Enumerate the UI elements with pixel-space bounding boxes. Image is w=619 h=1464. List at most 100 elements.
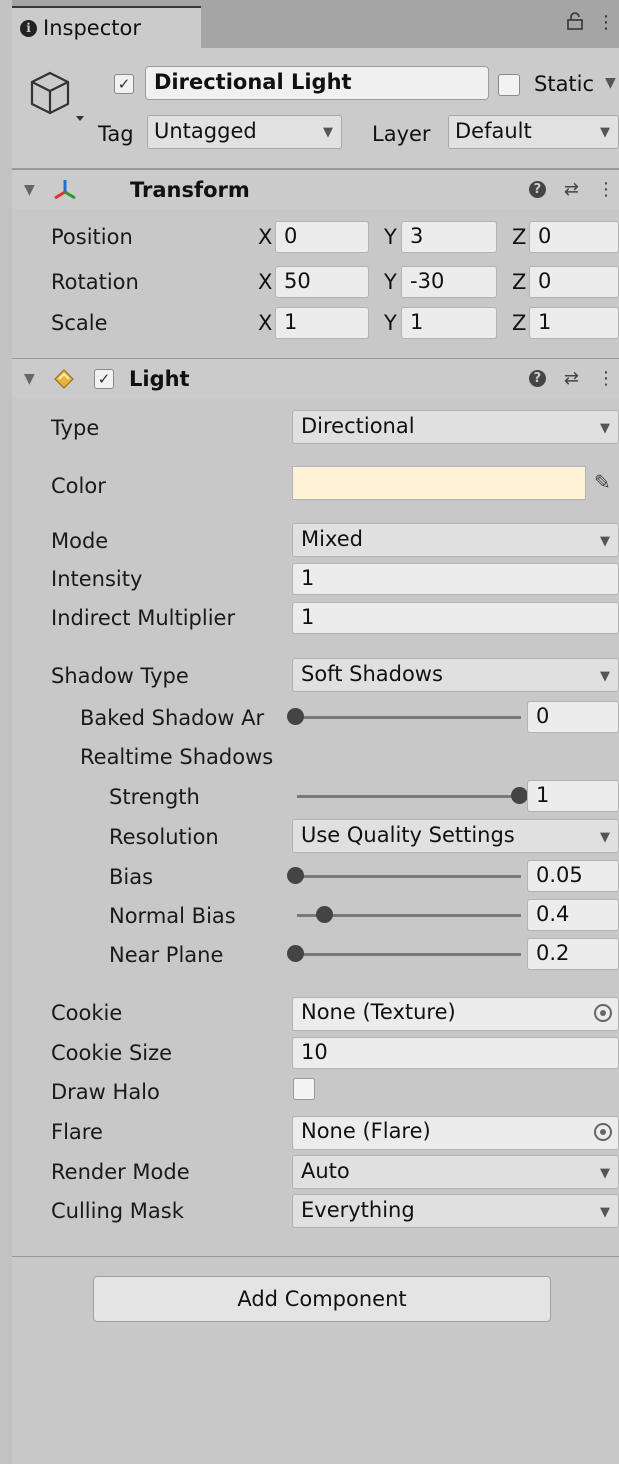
slider-knob[interactable] (287, 708, 304, 725)
context-menu-icon[interactable]: ⋮ (597, 179, 615, 200)
active-checkbox[interactable]: ✓ (114, 74, 134, 94)
object-picker-icon[interactable] (594, 1004, 612, 1022)
axis-x-label[interactable]: X (258, 270, 272, 294)
draw-halo-checkbox[interactable] (293, 1078, 315, 1100)
draw-halo-label: Draw Halo (51, 1080, 160, 1104)
rotation-y-field[interactable]: -30 (401, 266, 497, 298)
transform-header[interactable]: ▼ Transform ? ⇄ ⋮ (12, 169, 619, 209)
near-plane-label: Near Plane (109, 943, 224, 967)
baked-shadow-angle-label: Baked Shadow Ar (80, 706, 265, 730)
intensity-field[interactable]: 1 (292, 563, 619, 595)
tab-menu-icon[interactable]: ⋮ (597, 12, 615, 35)
strength-slider[interactable] (297, 795, 521, 798)
eyedropper-icon[interactable]: ✎ (594, 470, 611, 494)
axis-x-label[interactable]: X (258, 311, 272, 335)
near-plane-slider[interactable] (297, 953, 521, 956)
near-plane-field[interactable]: 0.2 (527, 938, 619, 970)
indirect-multiplier-field[interactable]: 1 (292, 602, 619, 634)
slider-knob[interactable] (316, 906, 334, 923)
culling-mask-dropdown[interactable]: Everything ▼ (292, 1194, 619, 1228)
normal-bias-field[interactable]: 0.4 (527, 899, 619, 931)
baked-shadow-angle-slider[interactable] (297, 716, 521, 719)
type-value: Directional (301, 414, 415, 438)
light-header-icons: ? ⇄ ⋮ (528, 368, 615, 389)
transform-body: Position X 0 Y 3 Z 0 Rotation X 50 Y -30… (12, 209, 619, 356)
shadow-type-dropdown[interactable]: Soft Shadows ▼ (292, 658, 619, 692)
static-dropdown-arrow-icon[interactable]: ▼ (605, 75, 616, 91)
chevron-down-icon: ▼ (323, 125, 333, 140)
position-x-field[interactable]: 0 (275, 221, 369, 253)
foldout-arrow-icon[interactable]: ▼ (24, 371, 35, 387)
slider-knob[interactable] (511, 787, 528, 804)
light-header[interactable]: ▼ ✓ Light ? ⇄ ⋮ (12, 358, 619, 398)
render-mode-dropdown[interactable]: Auto ▼ (292, 1155, 619, 1189)
gameobject-cube-icon (30, 71, 84, 121)
layer-dropdown[interactable]: Default ▼ (448, 115, 619, 149)
axis-x-label[interactable]: X (258, 225, 272, 249)
axis-y-label[interactable]: Y (384, 311, 397, 335)
cookie-label: Cookie (51, 1001, 123, 1025)
strength-field[interactable]: 1 (527, 780, 619, 812)
static-checkbox[interactable] (498, 74, 520, 96)
presets-icon[interactable]: ⇄ (564, 179, 579, 200)
context-menu-icon[interactable]: ⋮ (597, 368, 615, 389)
intensity-label: Intensity (51, 567, 143, 591)
axis-z-label[interactable]: Z (512, 270, 526, 294)
type-dropdown[interactable]: Directional ▼ (292, 410, 619, 444)
scale-y-field[interactable]: 1 (401, 307, 497, 339)
axis-y-label[interactable]: Y (384, 270, 397, 294)
object-picker-icon[interactable] (594, 1123, 612, 1141)
component-divider (12, 1256, 619, 1257)
slider-knob[interactable] (287, 945, 304, 962)
resolution-label: Resolution (109, 825, 219, 849)
tab-label: Inspector (43, 16, 141, 40)
mode-label: Mode (51, 529, 109, 553)
rotation-z-field[interactable]: 0 (529, 266, 619, 298)
help-icon[interactable]: ? (528, 370, 546, 387)
chevron-down-icon: ▼ (600, 830, 610, 845)
render-mode-value: Auto (301, 1159, 350, 1183)
cookie-object-field[interactable]: None (Texture) (292, 997, 619, 1031)
layer-value: Default (455, 119, 532, 143)
type-label: Type (51, 416, 100, 440)
presets-icon[interactable]: ⇄ (564, 368, 579, 389)
axis-y-label[interactable]: Y (384, 225, 397, 249)
object-header: ✓ Directional Light Static ▼ Tag Untagge… (12, 48, 619, 169)
tag-dropdown[interactable]: Untagged ▼ (147, 115, 342, 149)
chevron-down-icon: ▼ (600, 1205, 610, 1220)
foldout-arrow-icon[interactable]: ▼ (24, 182, 35, 198)
scale-x-field[interactable]: 1 (275, 307, 369, 339)
help-icon[interactable]: ? (528, 181, 546, 198)
color-label: Color (51, 474, 106, 498)
bias-field[interactable]: 0.05 (527, 860, 619, 892)
flare-object-field[interactable]: None (Flare) (292, 1116, 619, 1150)
light-enabled-checkbox[interactable]: ✓ (94, 369, 114, 389)
chevron-down-icon: ▼ (600, 421, 610, 436)
baked-shadow-angle-field[interactable]: 0 (527, 701, 619, 733)
mode-value: Mixed (301, 527, 363, 551)
position-y-field[interactable]: 3 (401, 221, 497, 253)
cookie-size-field[interactable]: 10 (292, 1037, 619, 1069)
rotation-x-field[interactable]: 50 (275, 266, 369, 298)
light-icon (54, 369, 74, 389)
mode-dropdown[interactable]: Mixed ▼ (292, 523, 619, 557)
add-component-button[interactable]: Add Component (93, 1276, 551, 1322)
cookie-size-label: Cookie Size (51, 1041, 173, 1065)
strength-label: Strength (109, 785, 200, 809)
bias-slider[interactable] (297, 875, 521, 878)
color-swatch[interactable] (292, 466, 586, 500)
scale-z-field[interactable]: 1 (529, 307, 619, 339)
slider-knob[interactable] (287, 867, 304, 884)
tag-label: Tag (98, 122, 134, 146)
normal-bias-label: Normal Bias (109, 904, 236, 928)
resolution-dropdown[interactable]: Use Quality Settings ▼ (292, 819, 619, 853)
shadow-type-value: Soft Shadows (301, 662, 443, 686)
object-name-input[interactable]: Directional Light (145, 66, 489, 100)
shadow-type-label: Shadow Type (51, 664, 189, 688)
resolution-value: Use Quality Settings (301, 823, 515, 847)
position-z-field[interactable]: 0 (529, 221, 619, 253)
axis-z-label[interactable]: Z (512, 225, 526, 249)
lock-icon[interactable] (567, 12, 583, 35)
tab-inspector[interactable]: i Inspector (12, 6, 201, 48)
axis-z-label[interactable]: Z (512, 311, 526, 335)
